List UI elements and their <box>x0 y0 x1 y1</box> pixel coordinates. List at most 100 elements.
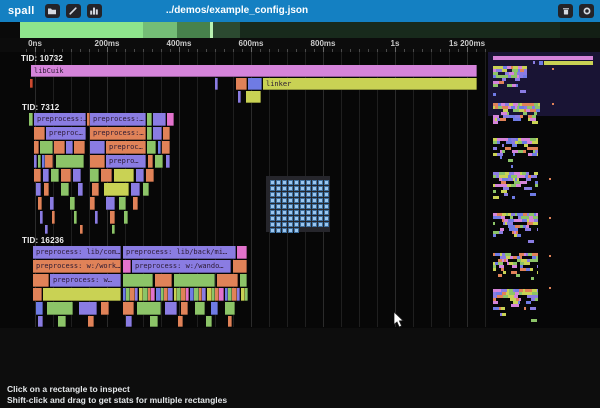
minimap-thumb[interactable] <box>499 231 503 234</box>
event-cell[interactable] <box>282 180 287 185</box>
flame-bar[interactable] <box>114 169 134 182</box>
flame-bar[interactable] <box>135 288 138 301</box>
minimap-thumb[interactable] <box>535 184 538 187</box>
event-cell[interactable] <box>312 198 317 203</box>
flame-bar[interactable] <box>78 183 83 196</box>
event-cell[interactable] <box>300 186 305 191</box>
minimap-thumb[interactable] <box>523 150 526 153</box>
flame-bar[interactable] <box>245 288 248 301</box>
flame-bar[interactable] <box>153 113 166 126</box>
minimap-thumb[interactable] <box>544 61 593 65</box>
minimap-thumb[interactable] <box>532 121 538 124</box>
flame-bar[interactable] <box>61 183 69 196</box>
minimap-thumb[interactable] <box>493 147 497 150</box>
histogram-button[interactable] <box>87 4 102 18</box>
event-cell[interactable] <box>312 192 317 197</box>
flame-bar[interactable]: linker <box>263 78 477 90</box>
flame-bar[interactable] <box>36 183 41 196</box>
event-cell[interactable] <box>312 186 317 191</box>
minimap-thumb[interactable] <box>493 196 499 199</box>
event-cell[interactable] <box>300 216 305 221</box>
event-cell[interactable] <box>312 216 317 221</box>
event-cell[interactable] <box>294 228 299 233</box>
flame-bar[interactable]: preproc… <box>106 141 146 154</box>
minimap-thumb[interactable] <box>498 274 502 277</box>
event-cell[interactable] <box>300 210 305 215</box>
thread-minimap[interactable] <box>488 52 600 328</box>
event-cell[interactable] <box>306 204 311 209</box>
event-cell[interactable] <box>324 222 329 227</box>
event-cell[interactable] <box>300 180 305 185</box>
flame-bar[interactable] <box>38 197 42 210</box>
minimap-thumb[interactable] <box>512 196 515 199</box>
pencil-button[interactable] <box>66 4 81 18</box>
flame-bar[interactable]: preproc… <box>46 127 86 140</box>
event-cell[interactable] <box>324 186 329 191</box>
minimap-thumb[interactable] <box>530 193 536 196</box>
gear-button[interactable] <box>579 4 594 18</box>
trace-overview-strip[interactable] <box>0 22 600 38</box>
flame-bar[interactable] <box>74 141 85 154</box>
flame-bar[interactable] <box>29 113 33 126</box>
flame-bar[interactable] <box>181 302 188 315</box>
track-header[interactable]: TID: 16236 <box>22 236 64 245</box>
flame-bar[interactable] <box>166 155 170 168</box>
flame-bar[interactable] <box>90 197 95 210</box>
minimap-thumb[interactable] <box>528 240 534 243</box>
event-cell[interactable] <box>300 192 305 197</box>
flame-bar[interactable] <box>30 79 33 88</box>
minimap-thumb[interactable] <box>493 234 496 237</box>
flame-bar[interactable] <box>119 197 126 210</box>
flame-bar[interactable] <box>80 225 83 234</box>
flame-bar[interactable] <box>155 274 172 287</box>
flame-bar[interactable] <box>162 141 170 154</box>
flame-bar[interactable] <box>236 78 247 90</box>
event-cell[interactable] <box>318 192 323 197</box>
event-cell[interactable] <box>288 228 293 233</box>
event-cell[interactable] <box>276 198 281 203</box>
minimap-thumb[interactable] <box>537 153 538 156</box>
minimap-thumb[interactable] <box>524 262 530 265</box>
flame-bar[interactable] <box>158 141 161 154</box>
event-cell[interactable] <box>324 198 329 203</box>
flame-bar[interactable] <box>155 155 163 168</box>
flame-bar[interactable] <box>101 302 109 315</box>
event-cell[interactable] <box>282 210 287 215</box>
flame-bar[interactable] <box>101 169 112 182</box>
minimap-thumb[interactable] <box>493 56 593 60</box>
flame-bar[interactable] <box>136 169 144 182</box>
minimap-thumb[interactable] <box>520 90 526 93</box>
flame-bar[interactable] <box>147 141 156 154</box>
minimap-thumb[interactable] <box>516 84 518 87</box>
minimap-thumb[interactable] <box>516 304 519 307</box>
minimap-thumb[interactable] <box>493 190 496 193</box>
minimap-thumb[interactable] <box>530 187 532 190</box>
time-ruler[interactable]: 0ns200ms400ms600ms800ms1s1s 200ms <box>0 38 600 52</box>
event-cell[interactable] <box>300 198 305 203</box>
event-cell[interactable] <box>282 198 287 203</box>
minimap-thumb[interactable] <box>512 265 517 268</box>
event-cell[interactable] <box>270 180 275 185</box>
flame-bar[interactable] <box>34 141 39 154</box>
minimap-thumb[interactable] <box>519 118 521 121</box>
flame-bar[interactable]: preprocess: lib/back/mi… <box>123 246 236 259</box>
flame-bar[interactable] <box>33 288 42 301</box>
flame-bar[interactable] <box>126 316 132 327</box>
flame-bar[interactable] <box>110 211 115 224</box>
flame-bar[interactable] <box>215 78 218 90</box>
flame-bar[interactable] <box>165 302 177 315</box>
event-cell[interactable] <box>288 180 293 185</box>
minimap-thumb[interactable] <box>493 121 498 124</box>
flame-bar[interactable] <box>211 302 218 315</box>
minimap-thumb[interactable] <box>516 184 521 187</box>
flame-bar[interactable] <box>233 260 247 273</box>
event-cell[interactable] <box>270 198 275 203</box>
event-cell[interactable] <box>312 210 317 215</box>
flame-bar[interactable] <box>147 113 152 126</box>
minimap-thumb[interactable] <box>497 141 500 144</box>
minimap-thumb[interactable] <box>531 175 537 178</box>
event-cell[interactable] <box>282 222 287 227</box>
event-cell[interactable] <box>288 204 293 209</box>
event-cell[interactable] <box>276 228 281 233</box>
event-cell[interactable] <box>270 228 275 233</box>
